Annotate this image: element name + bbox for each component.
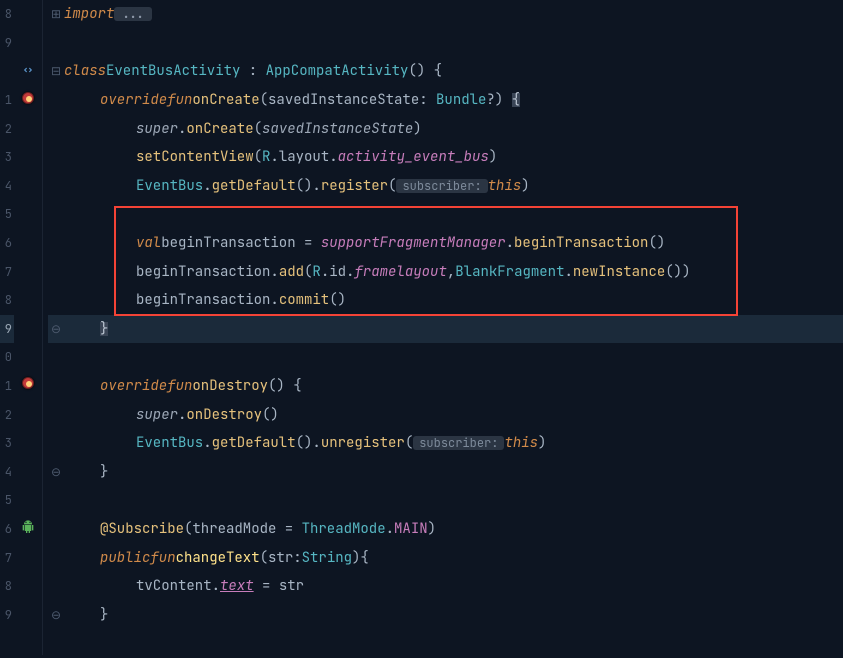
- breakpoint-icon[interactable]: [20, 375, 36, 391]
- code-editor[interactable]: 8 9 1 2 3 4 5 6 7 8 9 0 1 2 3 4 5 6 7 8 …: [0, 0, 843, 655]
- code-line[interactable]: beginTransaction.add(R.id.framelayout,Bl…: [48, 257, 843, 286]
- code-line[interactable]: beginTransaction.commit(): [48, 286, 843, 315]
- code-angle-icon: [20, 62, 36, 78]
- android-icon: [20, 519, 36, 535]
- fold-close-icon[interactable]: ⊖: [51, 464, 61, 480]
- caret: }: [100, 322, 108, 336]
- folded-imports[interactable]: ...: [114, 7, 151, 21]
- fold-plus-icon[interactable]: ⊞: [51, 6, 61, 22]
- code-line[interactable]: [48, 29, 843, 58]
- gutter-icons[interactable]: [14, 0, 42, 655]
- code-line-current[interactable]: ⊖}: [48, 315, 843, 344]
- code-line[interactable]: public fun changeText(str:String){: [48, 543, 843, 572]
- param-hint: subscriber:: [413, 436, 504, 450]
- code-line[interactable]: EventBus.getDefault().register( subscrib…: [48, 172, 843, 201]
- code-line[interactable]: ⊖}: [48, 600, 843, 629]
- code-line[interactable]: super.onDestroy(): [48, 400, 843, 429]
- breakpoint-icon[interactable]: [20, 90, 36, 106]
- code-area[interactable]: ⊞import ... ⊟class EventBusActivity : Ap…: [42, 0, 843, 655]
- code-line[interactable]: @Subscribe(threadMode = ThreadMode.MAIN): [48, 515, 843, 544]
- code-line[interactable]: [48, 486, 843, 515]
- param-hint: subscriber:: [396, 179, 487, 193]
- fold-minus-icon[interactable]: ⊟: [51, 63, 61, 79]
- code-line[interactable]: [48, 629, 843, 658]
- code-line[interactable]: ⊞import ...: [48, 0, 843, 29]
- code-line[interactable]: super.onCreate(savedInstanceState): [48, 114, 843, 143]
- code-line[interactable]: tvContent.text = str: [48, 572, 843, 601]
- fold-close-icon[interactable]: ⊖: [51, 607, 61, 623]
- code-line[interactable]: override fun onDestroy() {: [48, 372, 843, 401]
- code-line[interactable]: [48, 200, 843, 229]
- code-line[interactable]: setContentView(R.layout.activity_event_b…: [48, 143, 843, 172]
- gutter-line-numbers: 8 9 1 2 3 4 5 6 7 8 9 0 1 2 3 4 5 6 7 8 …: [0, 0, 14, 655]
- code-line[interactable]: ⊟class EventBusActivity : AppCompatActiv…: [48, 57, 843, 86]
- fold-close-icon[interactable]: ⊖: [51, 321, 61, 337]
- code-line[interactable]: val beginTransaction = supportFragmentMa…: [48, 229, 843, 258]
- code-line[interactable]: [48, 343, 843, 372]
- code-line[interactable]: ⊖}: [48, 458, 843, 487]
- code-line[interactable]: override fun onCreate(savedInstanceState…: [48, 86, 843, 115]
- code-line[interactable]: EventBus.getDefault().unregister( subscr…: [48, 429, 843, 458]
